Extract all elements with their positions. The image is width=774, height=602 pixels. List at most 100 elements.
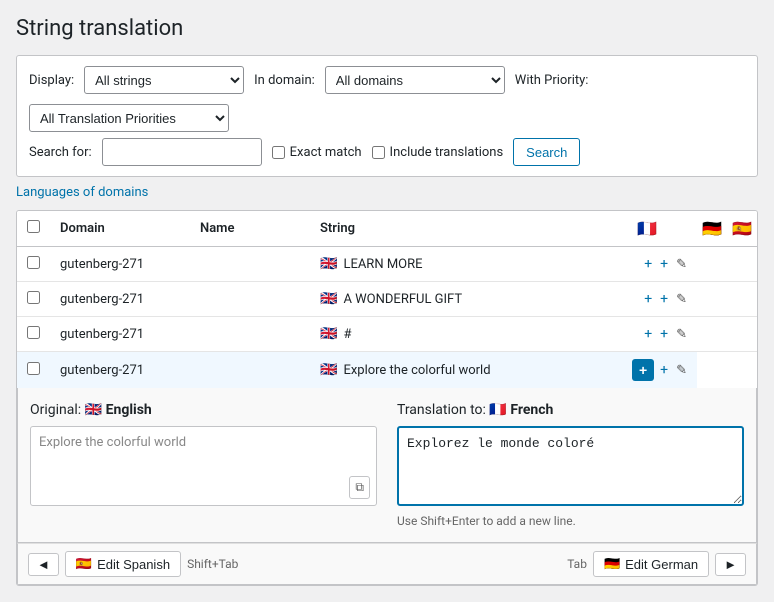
table-row: gutenberg-271 🇬🇧 Explore the colorful wo… bbox=[17, 352, 757, 389]
table-row: gutenberg-271 🇬🇧 A WONDERFUL GIFT + + ✎ bbox=[17, 282, 757, 317]
page-title: String translation bbox=[16, 16, 758, 41]
th-flag-fr: 🇫🇷 bbox=[597, 211, 697, 247]
include-translations-label[interactable]: Include translations bbox=[372, 145, 504, 160]
row2-domain: gutenberg-271 bbox=[50, 282, 190, 317]
main-table-container: Domain Name String 🇫🇷 🇩🇪 🇪🇸 gutenberg-27… bbox=[16, 210, 758, 586]
strings-table: Domain Name String 🇫🇷 🇩🇪 🇪🇸 gutenberg-27… bbox=[17, 211, 757, 388]
toolbar-row-2: Search for: Exact match Include translat… bbox=[29, 138, 745, 166]
row1-edit-icon[interactable]: ✎ bbox=[674, 255, 689, 274]
german-flag: 🇩🇪 bbox=[604, 556, 620, 572]
prev-button[interactable]: ◄ bbox=[28, 553, 59, 576]
table-row: gutenberg-271 🇬🇧 LEARN MORE + + ✎ bbox=[17, 247, 757, 282]
row2-string-text: A WONDERFUL GIFT bbox=[343, 292, 462, 307]
translation-row: Original: 🇬🇧 English Explore the colorfu… bbox=[30, 402, 744, 528]
priority-select[interactable]: All Translation Priorities High Medium L… bbox=[29, 104, 229, 132]
translation-lang-flag: 🇫🇷 bbox=[489, 402, 506, 418]
th-string: String bbox=[310, 211, 597, 247]
table-row: gutenberg-271 🇬🇧 # + + ✎ bbox=[17, 317, 757, 352]
row2-edit-icon[interactable]: ✎ bbox=[674, 290, 689, 309]
row1-flag: 🇬🇧 bbox=[320, 256, 337, 272]
row3-string-text: # bbox=[343, 327, 351, 342]
row1-string-text: LEARN MORE bbox=[343, 257, 422, 272]
tab-label: Tab bbox=[567, 557, 587, 571]
row2-check bbox=[17, 282, 50, 317]
original-lang-name: English bbox=[106, 402, 152, 418]
translation-footer: ◄ 🇪🇸 Edit Spanish Shift+Tab Tab 🇩🇪 Edit … bbox=[17, 543, 757, 585]
th-flag-es: 🇪🇸 bbox=[727, 211, 757, 247]
domain-label: In domain: bbox=[254, 73, 315, 88]
page-wrap: String translation Display: All strings … bbox=[0, 0, 774, 602]
translation-lang-name: French bbox=[510, 402, 553, 418]
original-title: Original: 🇬🇧 English bbox=[30, 402, 377, 418]
display-select[interactable]: All strings Untranslated Translated Fuzz… bbox=[84, 66, 244, 94]
row4-actions: + + ✎ bbox=[597, 352, 697, 389]
priority-label: With Priority: bbox=[515, 73, 589, 88]
edit-german-label: Edit German bbox=[625, 557, 698, 572]
row2-name bbox=[190, 282, 310, 317]
exact-match-label[interactable]: Exact match bbox=[272, 145, 362, 160]
row4-string: 🇬🇧 Explore the colorful world bbox=[310, 352, 597, 389]
row3-check bbox=[17, 317, 50, 352]
domain-select[interactable]: All domains gutenberg-271 bbox=[325, 66, 505, 94]
row3-edit-icon[interactable]: ✎ bbox=[674, 325, 689, 344]
toolbar: Display: All strings Untranslated Transl… bbox=[16, 55, 758, 177]
row4-flag: 🇬🇧 bbox=[320, 362, 337, 378]
row4-checkbox[interactable] bbox=[27, 362, 40, 375]
row4-name bbox=[190, 352, 310, 389]
row1-checkbox[interactable] bbox=[27, 256, 40, 269]
translation-hint: Use Shift+Enter to add a new line. bbox=[397, 514, 744, 528]
row3-name bbox=[190, 317, 310, 352]
original-text-box: Explore the colorful world ⧉ bbox=[30, 426, 377, 506]
row2-actions: + + ✎ bbox=[597, 282, 697, 317]
original-lang-flag: 🇬🇧 bbox=[85, 402, 102, 418]
th-domain: Domain bbox=[50, 211, 190, 247]
exact-match-checkbox[interactable] bbox=[272, 146, 285, 159]
search-input[interactable] bbox=[102, 138, 262, 166]
row4-string-text: Explore the colorful world bbox=[343, 363, 490, 378]
row3-domain: gutenberg-271 bbox=[50, 317, 190, 352]
original-text: Explore the colorful world bbox=[39, 435, 186, 450]
row2-add-fr-icon[interactable]: + bbox=[642, 289, 654, 309]
row1-add-fr-icon[interactable]: + bbox=[642, 254, 654, 274]
row4-add-de-icon[interactable]: + bbox=[658, 360, 670, 380]
include-translations-checkbox[interactable] bbox=[372, 146, 385, 159]
footer-left: ◄ 🇪🇸 Edit Spanish Shift+Tab bbox=[28, 551, 238, 577]
row1-check bbox=[17, 247, 50, 282]
original-col: Original: 🇬🇧 English Explore the colorfu… bbox=[30, 402, 377, 506]
th-name: Name bbox=[190, 211, 310, 247]
spanish-flag: 🇪🇸 bbox=[76, 556, 92, 572]
row3-string: 🇬🇧 # bbox=[310, 317, 597, 352]
row2-string: 🇬🇧 A WONDERFUL GIFT bbox=[310, 282, 597, 317]
next-button[interactable]: ► bbox=[715, 553, 746, 576]
languages-link-wrap: Languages of domains bbox=[16, 177, 758, 200]
edit-german-button[interactable]: 🇩🇪 Edit German bbox=[593, 551, 709, 577]
row1-actions: + + ✎ bbox=[597, 247, 697, 282]
row3-actions: + + ✎ bbox=[597, 317, 697, 352]
row4-edit-icon[interactable]: ✎ bbox=[674, 361, 689, 380]
translation-panel: Original: 🇬🇧 English Explore the colorfu… bbox=[17, 388, 757, 543]
translation-col: Translation to: 🇫🇷 French Explorez le mo… bbox=[397, 402, 744, 528]
toolbar-row-1: Display: All strings Untranslated Transl… bbox=[29, 66, 745, 132]
row2-flag: 🇬🇧 bbox=[320, 291, 337, 307]
languages-of-domains-link[interactable]: Languages of domains bbox=[16, 185, 148, 200]
search-for-label: Search for: bbox=[29, 145, 92, 160]
row3-checkbox[interactable] bbox=[27, 326, 40, 339]
row2-checkbox[interactable] bbox=[27, 291, 40, 304]
row3-add-de-icon[interactable]: + bbox=[658, 324, 670, 344]
translation-textarea[interactable]: Explorez le monde coloré bbox=[397, 426, 744, 506]
row1-domain: gutenberg-271 bbox=[50, 247, 190, 282]
row1-add-de-icon[interactable]: + bbox=[658, 254, 670, 274]
row3-add-fr-icon[interactable]: + bbox=[642, 324, 654, 344]
row4-check bbox=[17, 352, 50, 389]
th-check bbox=[17, 211, 50, 247]
copy-button[interactable]: ⧉ bbox=[349, 476, 370, 499]
row4-add-fr-button[interactable]: + bbox=[632, 359, 654, 381]
edit-spanish-label: Edit Spanish bbox=[97, 557, 170, 572]
row1-string: 🇬🇧 LEARN MORE bbox=[310, 247, 597, 282]
edit-spanish-button[interactable]: 🇪🇸 Edit Spanish bbox=[65, 551, 181, 577]
display-label: Display: bbox=[29, 73, 74, 88]
select-all-checkbox[interactable] bbox=[27, 220, 40, 233]
row3-flag: 🇬🇧 bbox=[320, 326, 337, 342]
search-button[interactable]: Search bbox=[513, 138, 580, 166]
row2-add-de-icon[interactable]: + bbox=[658, 289, 670, 309]
